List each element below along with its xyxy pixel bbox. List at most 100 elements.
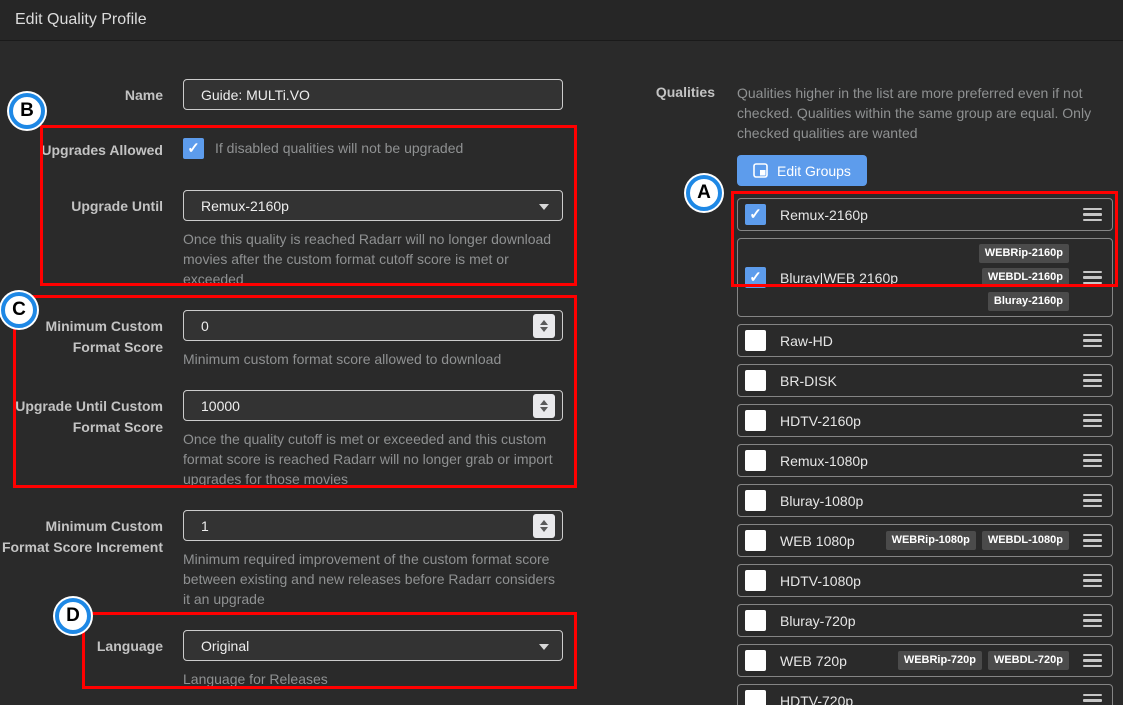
quality-checkbox[interactable]: ✓ [745, 267, 766, 288]
quality-name: Bluray-720p [780, 612, 856, 629]
quality-name: HDTV-2160p [780, 412, 861, 429]
edit-groups-label: Edit Groups [777, 162, 851, 179]
quality-badges: WEBRip-1080p WEBDL-1080p [885, 531, 1069, 550]
number-stepper[interactable] [533, 394, 555, 418]
quality-badge: WEBRip-1080p [885, 531, 976, 550]
chevron-down-icon [539, 644, 549, 650]
name-input[interactable]: Guide: MULTi.VO [183, 79, 563, 110]
number-stepper[interactable] [533, 314, 555, 338]
quality-row[interactable]: BR-DISK [737, 364, 1113, 397]
qualities-label: Qualities [655, 84, 715, 100]
min-format-score-group: Minimum Custom Format Score 0 Minimum cu… [0, 310, 600, 369]
quality-name: HDTV-1080p [780, 572, 861, 589]
upgrade-until-format-score-label: Upgrade Until Custom Format Score [15, 398, 163, 435]
drag-handle-icon[interactable] [1083, 207, 1102, 222]
language-value: Original [201, 637, 250, 654]
drag-handle-icon[interactable] [1083, 693, 1102, 705]
quality-row[interactable]: Bluray-1080p [737, 484, 1113, 517]
drag-handle-icon[interactable] [1083, 613, 1102, 628]
quality-checkbox[interactable] [745, 570, 766, 591]
quality-badge: WEBDL-720p [987, 651, 1069, 670]
drag-handle-icon[interactable] [1083, 270, 1102, 285]
min-format-score-increment-label: Minimum Custom Format Score Increment [1, 518, 163, 555]
quality-name: Remux-1080p [780, 452, 868, 469]
quality-row[interactable]: Remux-1080p [737, 444, 1113, 477]
upgrade-until-format-score-value: 10000 [201, 397, 240, 414]
quality-badge: Bluray-2160p [987, 292, 1069, 311]
quality-checkbox[interactable] [745, 610, 766, 631]
min-format-score-increment-group: Minimum Custom Format Score Increment 1 … [0, 510, 600, 609]
quality-checkbox[interactable] [745, 450, 766, 471]
quality-badge: WEBRip-720p [897, 651, 982, 670]
drag-handle-icon[interactable] [1083, 573, 1102, 588]
chevron-down-icon [539, 204, 549, 210]
quality-checkbox[interactable] [745, 650, 766, 671]
check-icon: ✓ [749, 269, 762, 286]
quality-row[interactable]: ✓ Remux-2160p [737, 198, 1113, 231]
quality-badge: WEBDL-2160p [981, 268, 1069, 287]
language-help: Language for Releases [183, 671, 328, 687]
edit-groups-button[interactable]: Edit Groups [737, 155, 867, 186]
quality-badges: WEBRip-720p WEBDL-720p [897, 651, 1069, 670]
quality-checkbox[interactable] [745, 330, 766, 351]
upgrades-allowed-group: Upgrades Allowed ✓ If disabled qualities… [0, 138, 600, 161]
quality-badge: WEBDL-1080p [981, 531, 1069, 550]
drag-handle-icon[interactable] [1083, 533, 1102, 548]
quality-checkbox[interactable]: ✓ [745, 204, 766, 225]
language-label: Language [96, 638, 163, 654]
upgrade-until-group: Upgrade Until Remux-2160p Once this qual… [0, 190, 600, 289]
drag-handle-icon[interactable] [1083, 453, 1102, 468]
drag-handle-icon[interactable] [1083, 493, 1102, 508]
upgrade-until-select[interactable]: Remux-2160p [183, 190, 563, 221]
name-label: Name [124, 87, 163, 103]
quality-row[interactable]: HDTV-2160p [737, 404, 1113, 437]
profile-form: Name Guide: MULTi.VO Upgrades Allowed ✓ … [0, 40, 600, 689]
quality-checkbox[interactable] [745, 490, 766, 511]
drag-handle-icon[interactable] [1083, 653, 1102, 668]
min-format-score-value: 0 [201, 317, 209, 334]
quality-row[interactable]: WEB 1080p WEBRip-1080p WEBDL-1080p [737, 524, 1113, 557]
quality-badges: WEBRip-2160p WEBDL-2160p Bluray-2160p [912, 244, 1069, 311]
quality-name: BR-DISK [780, 372, 837, 389]
upgrade-until-format-score-input[interactable]: 10000 [183, 390, 563, 421]
name-value: Guide: MULTi.VO [201, 86, 310, 103]
quality-row[interactable]: HDTV-1080p [737, 564, 1113, 597]
quality-name: Raw-HD [780, 332, 833, 349]
upgrades-allowed-help: If disabled qualities will not be upgrad… [215, 140, 464, 156]
number-stepper[interactable] [533, 514, 555, 538]
upgrade-until-label: Upgrade Until [71, 198, 163, 214]
quality-row[interactable]: Bluray-720p [737, 604, 1113, 637]
upgrade-until-format-score-group: Upgrade Until Custom Format Score 10000 … [0, 390, 600, 489]
qualities-section: Qualities Qualities higher in the list a… [655, 40, 1123, 705]
language-group: Language Original Language for Releases [0, 630, 600, 689]
upgrades-allowed-checkbox[interactable]: ✓ [183, 138, 204, 159]
chevron-up-icon [540, 320, 548, 325]
upgrade-until-value: Remux-2160p [201, 197, 289, 214]
quality-row[interactable]: WEB 720p WEBRip-720p WEBDL-720p [737, 644, 1113, 677]
chevron-up-icon [540, 520, 548, 525]
quality-name: Bluray|WEB 2160p [780, 269, 899, 286]
quality-row[interactable]: ✓ Bluray|WEB 2160p WEBRip-2160p WEBDL-2160p… [737, 238, 1113, 317]
chevron-down-icon [540, 327, 548, 332]
modal-title: Edit Quality Profile [15, 11, 147, 28]
quality-checkbox[interactable] [745, 410, 766, 431]
quality-badge: WEBRip-2160p [978, 244, 1069, 263]
quality-row[interactable]: HDTV-720p [737, 684, 1113, 705]
group-icon [753, 163, 768, 178]
min-format-score-increment-value: 1 [201, 517, 209, 534]
drag-handle-icon[interactable] [1083, 373, 1102, 388]
quality-row[interactable]: Raw-HD [737, 324, 1113, 357]
quality-checkbox[interactable] [745, 530, 766, 551]
quality-checkbox[interactable] [745, 370, 766, 391]
chevron-down-icon [540, 527, 548, 532]
drag-handle-icon[interactable] [1083, 413, 1102, 428]
language-select[interactable]: Original [183, 630, 563, 661]
quality-name: WEB 720p [780, 652, 847, 669]
min-format-score-increment-input[interactable]: 1 [183, 510, 563, 541]
min-format-score-label: Minimum Custom Format Score [45, 318, 163, 355]
quality-checkbox[interactable] [745, 690, 766, 705]
drag-handle-icon[interactable] [1083, 333, 1102, 348]
chevron-down-icon [540, 407, 548, 412]
min-format-score-input[interactable]: 0 [183, 310, 563, 341]
quality-list: ✓ Remux-2160p ✓ Bluray|WEB 2160p WEBRip-2160… [737, 198, 1113, 705]
